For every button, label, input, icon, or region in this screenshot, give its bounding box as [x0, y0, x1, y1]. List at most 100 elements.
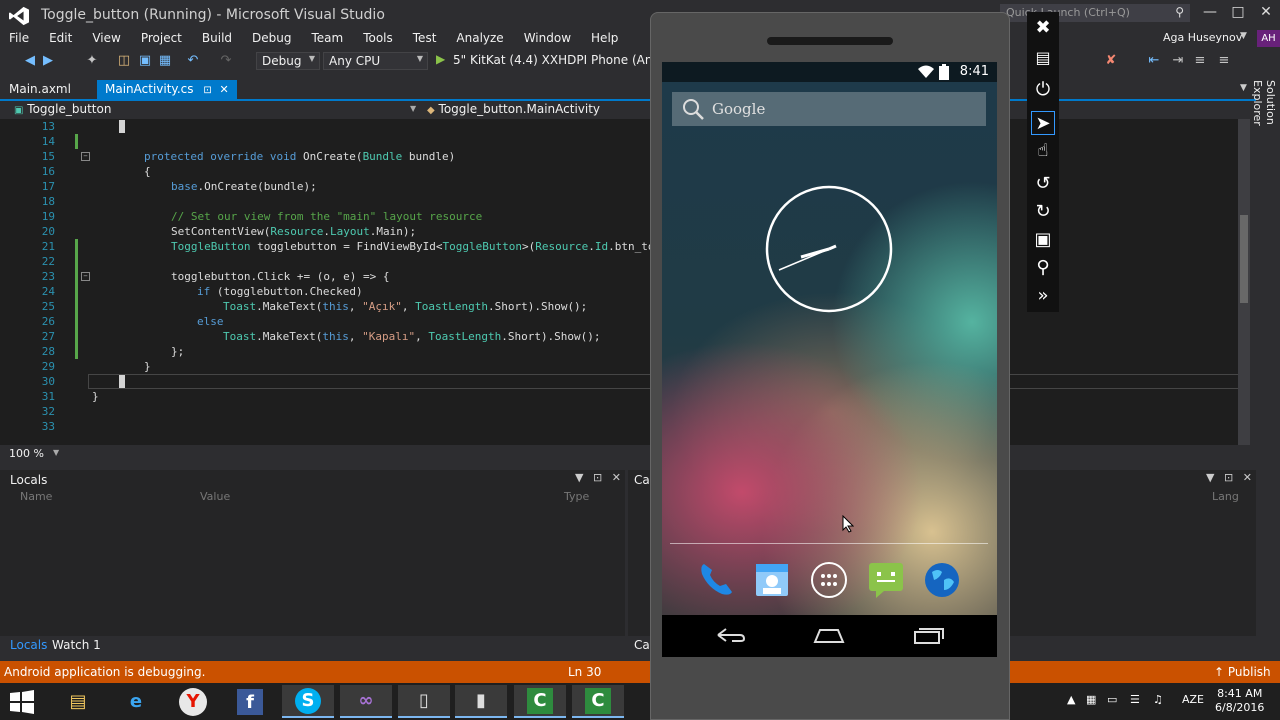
start-debug-icon[interactable]: ▶: [436, 52, 445, 66]
solution-explorer-tab[interactable]: Solution Explorer: [1251, 80, 1277, 170]
menu-help[interactable]: Help: [581, 30, 628, 48]
scrollbar-thumb[interactable]: [1240, 215, 1248, 303]
column-header[interactable]: Name: [20, 490, 52, 503]
menu-tools[interactable]: Tools: [353, 30, 403, 48]
contacts-icon[interactable]: [752, 560, 792, 600]
android-emulator-icon[interactable]: ▯: [398, 685, 450, 718]
language-indicator[interactable]: AZE: [1182, 693, 1204, 706]
visual-studio-icon[interactable]: ∞: [340, 685, 392, 718]
taskbar-clock[interactable]: 8:41 AM 6/8/2016: [1215, 687, 1264, 715]
chevron-down-icon[interactable]: ▼: [53, 448, 59, 457]
pin-icon[interactable]: ⊡: [1224, 471, 1233, 484]
rotate-right-icon[interactable]: ↻: [1031, 200, 1055, 224]
menu-analyze[interactable]: Analyze: [446, 30, 513, 48]
user-name[interactable]: Aga Huseynov: [1163, 31, 1242, 44]
maximize-button[interactable]: □: [1224, 0, 1252, 24]
breakpoints-icon[interactable]: ✘: [1103, 53, 1119, 69]
home-icon[interactable]: [812, 625, 846, 645]
analog-clock-widget[interactable]: [765, 185, 893, 313]
outdent-icon[interactable]: ⇥: [1170, 53, 1186, 69]
windows-start-icon[interactable]: [8, 689, 36, 715]
skype-icon[interactable]: S: [282, 685, 334, 718]
new-project-icon[interactable]: ✦: [84, 53, 100, 69]
minimize-icon[interactable]: ▤: [1031, 46, 1055, 70]
menu-file[interactable]: File: [0, 30, 39, 48]
forward-icon[interactable]: ▶: [40, 53, 56, 69]
publish-button[interactable]: ↑ Publish: [1214, 665, 1271, 679]
redo-icon[interactable]: ↷: [218, 53, 234, 69]
avatar[interactable]: AH: [1257, 30, 1280, 47]
back-icon[interactable]: [714, 625, 748, 645]
google-search-bar[interactable]: Google: [672, 92, 986, 126]
tray-wifi-icon[interactable]: ☰: [1130, 693, 1140, 706]
close-icon[interactable]: ✕: [220, 83, 229, 96]
member-dropdown[interactable]: ◆ Toggle_button.MainActivity: [427, 102, 600, 118]
facebook-icon[interactable]: f: [224, 685, 276, 718]
undo-icon[interactable]: ↶: [185, 53, 201, 69]
menu-view[interactable]: View: [82, 30, 130, 48]
zoom-icon[interactable]: ⚲: [1031, 256, 1055, 280]
tab-main-axml[interactable]: Main.axml: [1, 80, 79, 99]
column-header[interactable]: Type: [564, 490, 589, 503]
tray-volume-icon[interactable]: ♫: [1153, 693, 1163, 706]
tray-expand-icon[interactable]: ▲: [1067, 693, 1075, 706]
tray-display-icon[interactable]: ▭: [1107, 693, 1117, 706]
column-header[interactable]: Value: [200, 490, 230, 503]
close-icon[interactable]: ✕: [612, 471, 621, 484]
tab-watch-1[interactable]: Watch 1: [52, 638, 101, 652]
recent-apps-icon[interactable]: [912, 625, 946, 645]
project-dropdown[interactable]: ▣ Toggle_button: [14, 102, 111, 118]
save-all-icon[interactable]: ▦: [157, 53, 173, 69]
xamarin-studio-icon-2[interactable]: C: [572, 685, 624, 718]
yandex-icon[interactable]: Y: [167, 685, 219, 718]
tab-mainactivity-cs[interactable]: MainActivity.cs ⊡ ✕: [97, 80, 237, 99]
close-icon[interactable]: ✕: [1243, 471, 1252, 484]
apps-icon[interactable]: [809, 560, 849, 600]
more-tools-icon[interactable]: »: [1031, 284, 1055, 308]
platform-select[interactable]: Any CPU ▼: [323, 52, 428, 70]
menu-build[interactable]: Build: [192, 30, 242, 48]
column-header[interactable]: Lang: [1212, 490, 1239, 503]
back-icon[interactable]: ◀: [22, 53, 38, 69]
xamarin-studio-icon[interactable]: C: [514, 685, 566, 718]
file-explorer-icon[interactable]: ▤: [52, 685, 104, 718]
menu-edit[interactable]: Edit: [39, 30, 82, 48]
phone-icon[interactable]: [696, 560, 736, 600]
minimize-button[interactable]: —: [1196, 0, 1224, 24]
close-window-button[interactable]: ✕: [1252, 0, 1280, 24]
menu-team[interactable]: Team: [301, 30, 353, 48]
pin-icon[interactable]: ⊡: [593, 471, 602, 484]
internet-explorer-icon[interactable]: e: [110, 685, 162, 718]
browser-icon[interactable]: [922, 560, 962, 600]
close-icon[interactable]: ✖: [1031, 16, 1055, 40]
chevron-down-icon[interactable]: ▼: [575, 471, 583, 484]
comment-icon[interactable]: ≡: [1192, 53, 1208, 69]
configuration-select[interactable]: Debug ▼: [256, 52, 320, 70]
tray-network-icon[interactable]: ▦: [1086, 693, 1096, 706]
rotate-left-icon[interactable]: ↺: [1031, 172, 1055, 196]
tab-call-stack[interactable]: Ca: [634, 638, 650, 652]
messaging-icon[interactable]: [866, 560, 906, 600]
phone-screen[interactable]: 8:41 Google: [662, 62, 997, 657]
menu-debug[interactable]: Debug: [242, 30, 301, 48]
menu-test[interactable]: Test: [403, 30, 447, 48]
save-icon[interactable]: ▣: [137, 53, 153, 69]
pin-icon[interactable]: ⊡: [203, 85, 211, 96]
uncomment-icon[interactable]: ≡: [1216, 53, 1232, 69]
menu-project[interactable]: Project: [131, 30, 192, 48]
chevron-down-icon[interactable]: ▼: [1206, 471, 1214, 484]
chevron-down-icon[interactable]: ▼: [410, 104, 416, 113]
open-folder-icon[interactable]: ◫: [116, 53, 132, 69]
touch-icon[interactable]: ☝: [1031, 139, 1055, 163]
android-device-icon[interactable]: ▮: [455, 685, 507, 718]
pointer-icon[interactable]: ➤: [1031, 111, 1055, 135]
editor-scrollbar[interactable]: [1238, 119, 1250, 445]
zoom-level[interactable]: 100 %: [9, 447, 44, 460]
chevron-down-icon[interactable]: ▼: [1240, 31, 1247, 41]
power-icon[interactable]: ⏻: [1031, 78, 1055, 102]
indent-icon[interactable]: ⇤: [1146, 53, 1162, 69]
tab-locals[interactable]: Locals: [10, 638, 47, 652]
fit-screen-icon[interactable]: ▣: [1031, 228, 1055, 252]
menu-window[interactable]: Window: [514, 30, 581, 48]
tab-overflow-icon[interactable]: ▼: [1240, 83, 1247, 93]
